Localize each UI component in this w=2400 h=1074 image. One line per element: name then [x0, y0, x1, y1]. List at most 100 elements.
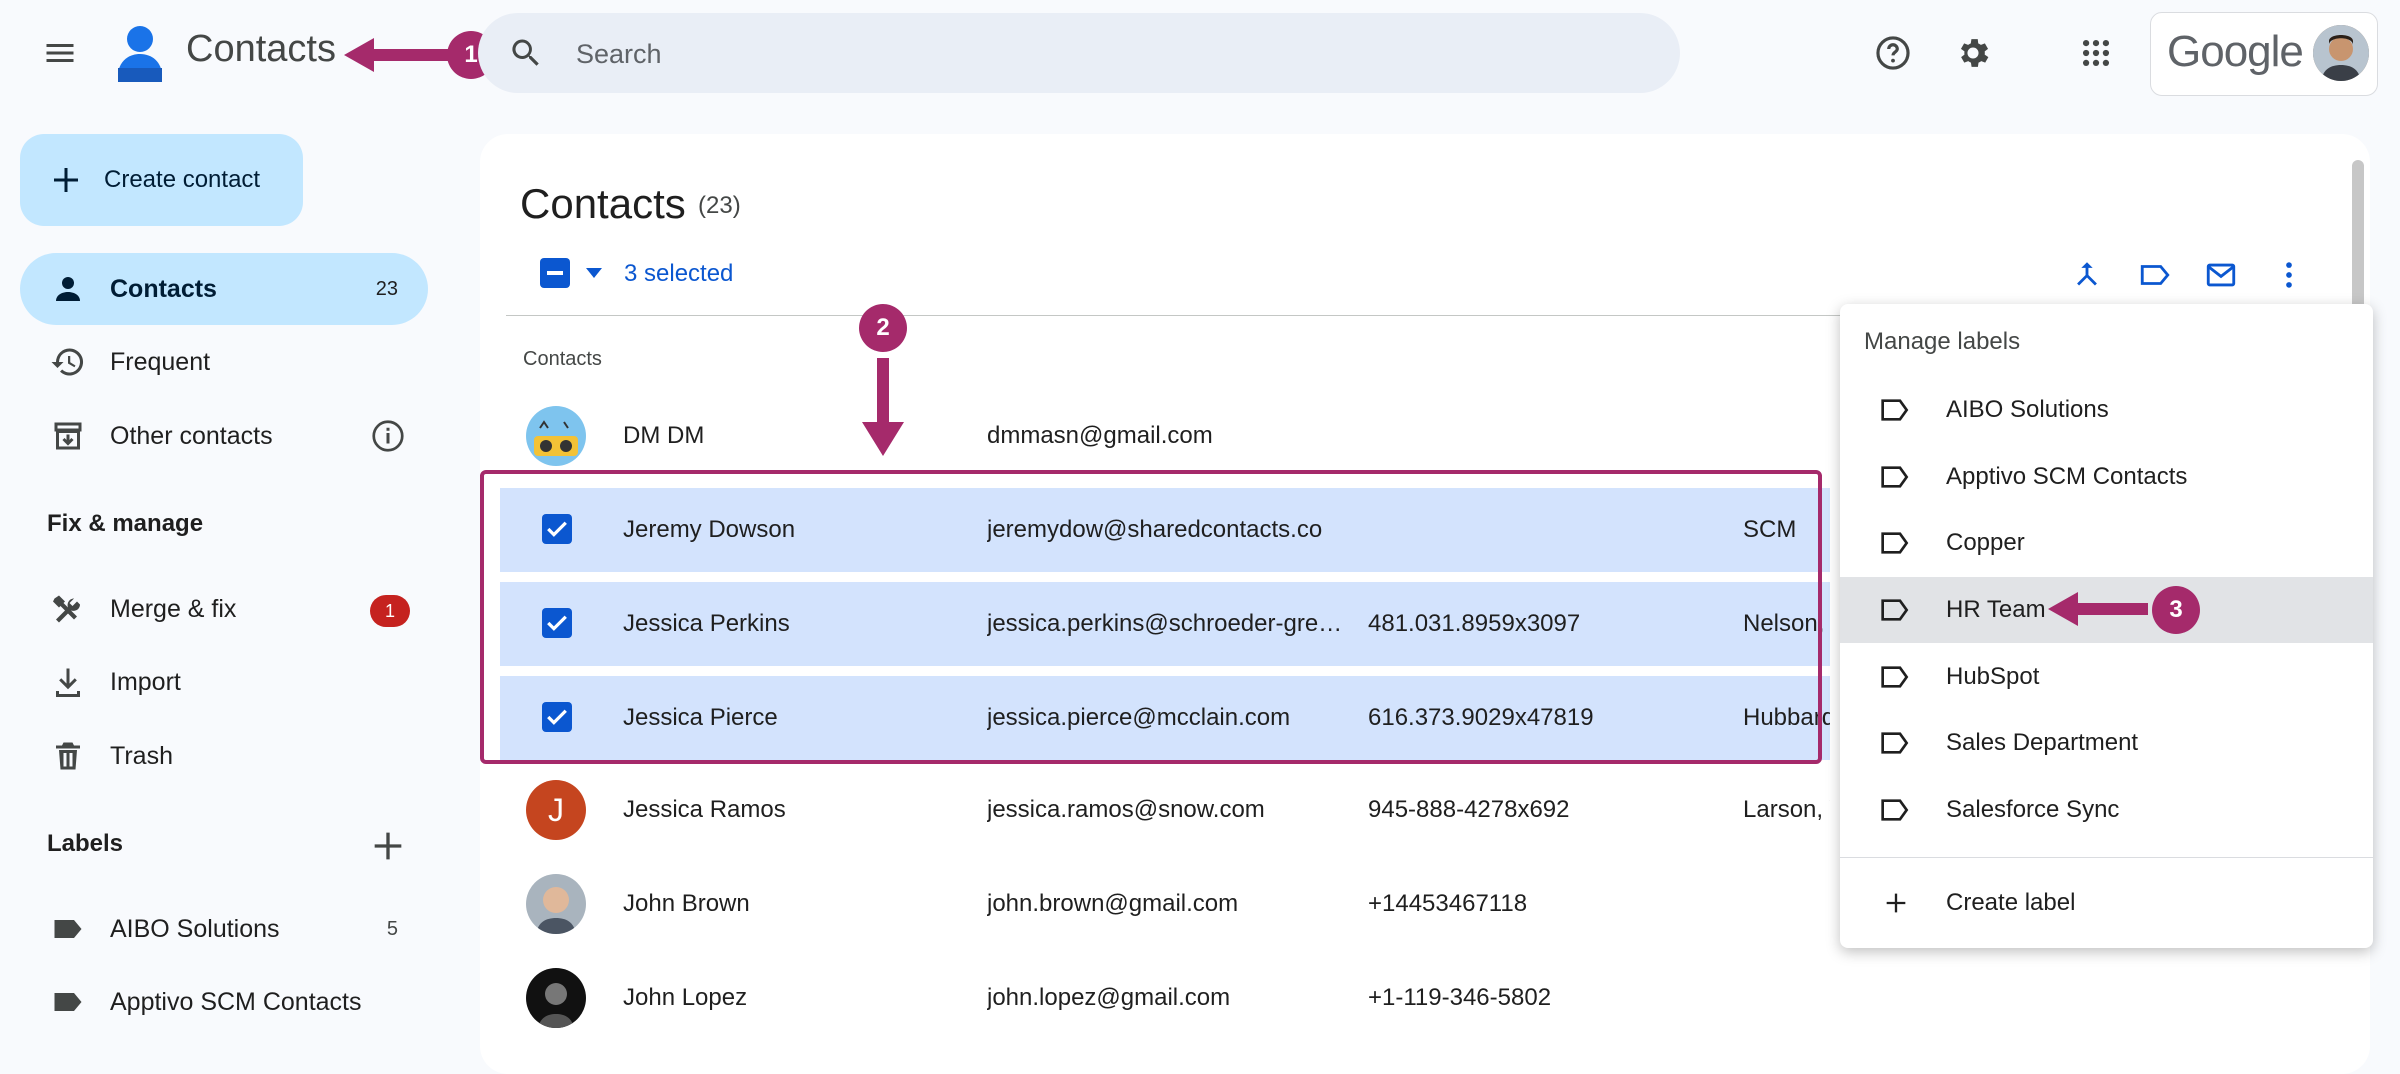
menu-divider — [1840, 857, 2373, 858]
search-input[interactable] — [574, 13, 1638, 95]
sidebar-item-merge-fix[interactable]: Merge & fix 1 — [20, 573, 428, 645]
menu-item-label: HubSpot — [1946, 663, 2040, 690]
email-icon[interactable] — [2204, 258, 2238, 292]
create-contact-button[interactable]: Create contact — [20, 134, 303, 226]
menu-item-sales-department[interactable]: Sales Department — [1840, 710, 2373, 776]
selected-count: 3 selected — [624, 260, 734, 287]
sidebar-item-label: Apptivo SCM Contacts — [110, 987, 362, 1016]
settings-button[interactable] — [1943, 23, 2003, 83]
account-switcher[interactable]: Google — [2150, 12, 2378, 96]
menu-item-label: HR Team — [1946, 596, 2046, 623]
hamburger-icon — [46, 44, 74, 62]
menu-item-label: Copper — [1946, 529, 2025, 556]
fix-manage-heading: Fix & manage — [47, 510, 204, 537]
contact-email: john.lopez@gmail.com — [987, 984, 1231, 1011]
app-title: Contacts — [186, 28, 336, 70]
create-contact-label: Create contact — [104, 166, 261, 193]
contacts-logo-icon — [112, 24, 168, 82]
top-bar: Contacts 1 Google — [0, 0, 2400, 106]
contacts-count: 23 — [375, 277, 398, 300]
contact-name: Jessica Ramos — [623, 796, 786, 823]
label-icon — [54, 920, 82, 938]
contacts-total: (23) — [698, 192, 741, 219]
sidebar-item-trash[interactable]: Trash — [20, 720, 428, 792]
label-outline-icon — [1881, 666, 1909, 688]
contact-email: jessica.ramos@snow.com — [987, 796, 1265, 823]
menu-item-label: Salesforce Sync — [1946, 796, 2120, 823]
sidebar-item-label: Trash — [110, 741, 173, 770]
help-button[interactable] — [1863, 23, 1923, 83]
sidebar-item-other-contacts[interactable]: Other contacts — [20, 400, 428, 472]
merge-tools-icon — [53, 595, 80, 623]
label-outline-icon — [1881, 532, 1909, 554]
label-count: 5 — [386, 917, 398, 940]
merge-count-badge: 1 — [370, 595, 410, 627]
info-icon[interactable] — [370, 418, 406, 454]
apps-grid-icon — [2082, 39, 2110, 67]
menu-item-hubspot[interactable]: HubSpot — [1840, 644, 2373, 710]
callout-2: 2 — [859, 304, 907, 352]
table-row[interactable]: DM DM dmmasn@gmail.com — [500, 394, 1830, 478]
scrollbar[interactable] — [2352, 160, 2364, 320]
arrow-left-icon — [344, 38, 450, 72]
search-icon[interactable] — [508, 35, 544, 71]
menu-item-copper[interactable]: Copper — [1840, 510, 2373, 576]
apps-button[interactable] — [2066, 23, 2126, 83]
label-outline-icon — [1881, 732, 1909, 754]
arrow-left-icon — [2048, 592, 2148, 626]
label-outline-icon — [1881, 799, 1909, 821]
selection-highlight — [480, 470, 1822, 764]
sidebar-label-aibo[interactable]: AIBO Solutions 5 — [20, 893, 428, 965]
main-menu-button[interactable] — [30, 23, 90, 83]
add-label-icon[interactable] — [368, 826, 408, 866]
table-row[interactable]: J Jessica Ramos jessica.ramos@snow.com 9… — [500, 768, 1830, 852]
chevron-down-icon[interactable] — [584, 266, 604, 280]
avatar-initial: J — [526, 780, 586, 840]
plus-icon — [1886, 893, 1906, 913]
google-wordmark: Google — [2167, 27, 2304, 76]
contact-name: DM DM — [623, 422, 705, 449]
sidebar-item-label: Import — [110, 667, 181, 696]
create-label-button[interactable]: Create label — [1840, 870, 2373, 936]
sidebar-item-contacts[interactable]: Contacts 23 — [20, 253, 428, 325]
archive-icon — [54, 422, 82, 450]
sidebar-item-label: AIBO Solutions — [110, 914, 280, 943]
page-title: Contacts — [520, 180, 686, 227]
label-outline-icon — [1881, 466, 1909, 488]
menu-title: Manage labels — [1864, 328, 2021, 355]
select-all-checkbox[interactable] — [540, 258, 570, 288]
sidebar-item-label: Merge & fix — [110, 594, 237, 623]
menu-item-label: Sales Department — [1946, 729, 2139, 756]
contact-phone: +1-119-346-5802 — [1368, 984, 1552, 1011]
contact-phone: +14453467118 — [1368, 890, 1528, 917]
merge-icon[interactable] — [2070, 258, 2104, 292]
menu-item-label: Apptivo SCM Contacts — [1946, 463, 2188, 490]
label-icon — [54, 993, 82, 1011]
labels-heading: Labels — [47, 830, 124, 857]
avatar — [526, 874, 586, 934]
table-row[interactable]: John Brown john.brown@gmail.com +1445346… — [500, 862, 1830, 946]
contact-email: dmmasn@gmail.com — [987, 422, 1213, 449]
avatar[interactable] — [2313, 25, 2369, 81]
table-row[interactable]: John Lopez john.lopez@gmail.com +1-119-3… — [500, 956, 1830, 1040]
menu-item-salesforce-sync[interactable]: Salesforce Sync — [1840, 777, 2373, 843]
more-vert-icon[interactable] — [2272, 258, 2306, 292]
sidebar-item-frequent[interactable]: Frequent — [20, 326, 428, 398]
menu-item-aibo[interactable]: AIBO Solutions — [1840, 377, 2373, 443]
history-icon — [51, 348, 84, 376]
callout-3: 3 — [2152, 586, 2200, 634]
menu-item-label: AIBO Solutions — [1946, 396, 2109, 423]
search-bar[interactable] — [478, 13, 1680, 95]
list-heading: Contacts — [523, 348, 602, 370]
person-icon — [56, 277, 80, 301]
contact-name: John Brown — [623, 890, 750, 917]
sidebar-item-import[interactable]: Import — [20, 646, 428, 718]
sidebar-item-label: Contacts — [110, 274, 217, 303]
plus-icon — [54, 168, 78, 192]
sidebar-label-apptivo[interactable]: Apptivo SCM Contacts — [20, 966, 428, 1038]
menu-item-apptivo[interactable]: Apptivo SCM Contacts — [1840, 444, 2373, 510]
label-outline-icon[interactable] — [2138, 258, 2172, 292]
label-outline-icon — [1881, 399, 1909, 421]
sidebar-item-label: Frequent — [110, 347, 211, 376]
avatar — [526, 968, 586, 1028]
